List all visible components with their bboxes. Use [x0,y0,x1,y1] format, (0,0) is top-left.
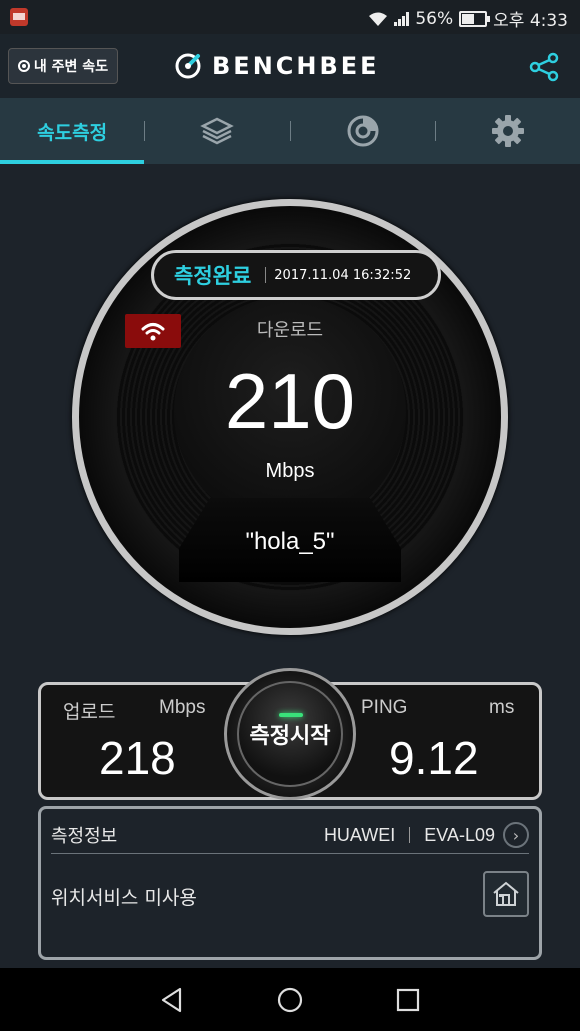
signal-icon [394,11,410,26]
ping-label: PING [361,697,408,718]
ping-value: 9.12 [389,732,479,784]
tab-speed-test-label: 속도측정 [37,121,108,144]
main-tabs: 속도측정 [0,98,580,164]
home-nav-icon[interactable] [276,986,304,1014]
status-right: 56% 오후 4:33 [368,6,568,31]
upload-unit: Mbps [159,697,206,718]
gear-icon [491,115,524,147]
home-icon [493,881,519,906]
benchbee-logo: BENCHBEE [174,52,380,80]
download-label: 다운로드 [256,320,324,341]
layers-icon [200,117,235,145]
info-title: 측정정보 [51,826,118,847]
download-unit: Mbps [265,460,315,482]
system-nav-bar [0,968,580,1031]
info-header: 측정정보 HUAWEI EVA-L09 › [51,817,529,854]
upload-label: 업로드 [63,702,116,723]
info-divider [409,827,411,843]
back-icon[interactable] [158,986,186,1014]
network-ssid: "hola_5" [245,528,335,555]
measurement-status: 측정완료 [174,264,252,288]
logo-text: BENCHBEE [212,52,380,80]
start-test-inner[interactable]: 측정시작 [237,681,343,787]
measurement-status-pill: 측정완료 2017.11.04 16:32:52 [151,250,441,300]
share-icon[interactable] [528,52,560,82]
recents-icon[interactable] [394,986,422,1014]
status-bar: 56% 오후 4:33 [0,0,580,34]
tab-settings[interactable] [436,98,580,164]
start-test-button[interactable]: 측정시작 [224,668,356,800]
nearby-speed-button[interactable]: 내 주변 속도 [8,48,118,84]
download-value: 210 [224,357,356,445]
measurement-info-panel: 측정정보 HUAWEI EVA-L09 › 위치서비스 미사용 [38,806,542,960]
speedometer-logo-icon [175,53,201,79]
clock: 오후 4:33 [493,11,568,31]
status-led [279,713,303,717]
notification-app-icon [10,8,28,26]
tab-history[interactable] [291,98,435,164]
tab-layers[interactable] [145,98,289,164]
tab-speed-test[interactable]: 속도측정 [0,98,145,164]
measurement-datetime: 2017.11.04 16:32:52 [274,267,412,283]
start-test-label: 측정시작 [249,724,331,749]
pill-divider [265,267,267,283]
history-disc-icon [347,115,379,147]
device-maker: HUAWEI [323,824,396,845]
app-header: 내 주변 속도 BENCHBEE [0,34,580,98]
upload-value: 218 [99,732,176,784]
speed-gauge: 측정완료 2017.11.04 16:32:52 다운로드 210 Mbps "… [72,199,508,635]
location-service-status: 위치서비스 미사용 [51,887,197,909]
location-target-icon [17,60,30,72]
ping-unit: ms [489,697,515,718]
battery-icon [459,10,491,27]
wifi-status-icon [369,12,388,26]
battery-percent: 56% [415,8,454,29]
device-model: EVA-L09 [424,824,495,845]
nearby-speed-label: 내 주변 속도 [33,59,109,75]
home-button[interactable] [483,871,529,917]
chevron-right-icon[interactable]: › [503,822,529,848]
